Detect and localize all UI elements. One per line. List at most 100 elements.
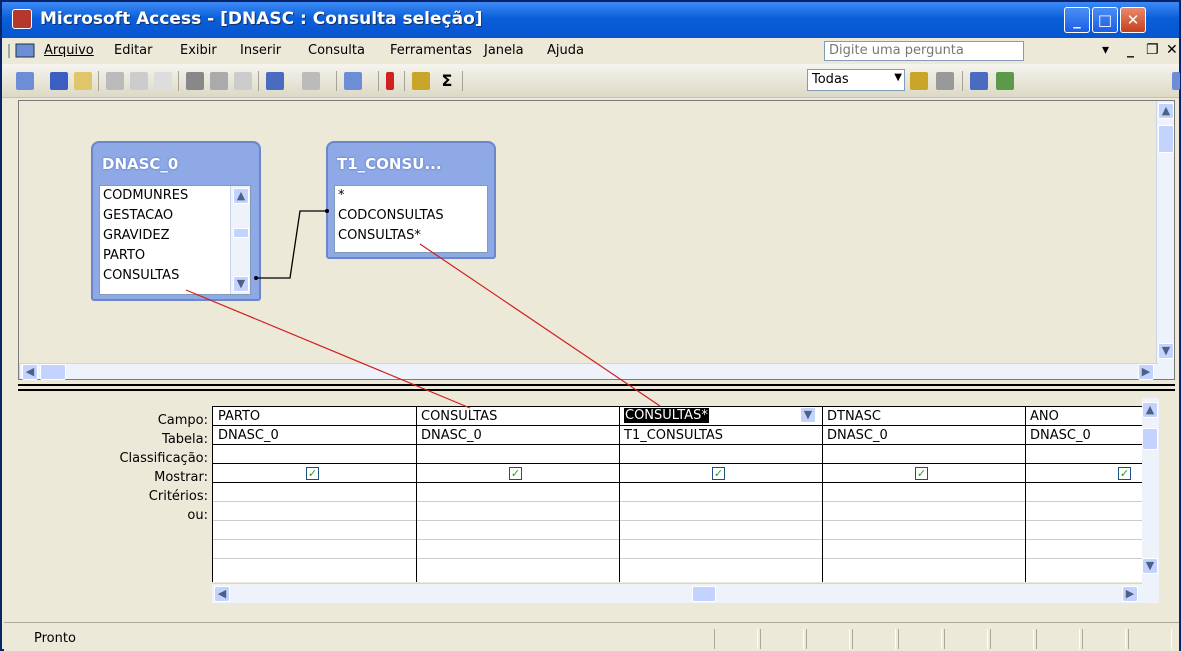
spelling-icon[interactable]	[154, 72, 172, 90]
grid-campo-4[interactable]: DTNASC	[827, 409, 881, 424]
redo-icon[interactable]	[302, 72, 320, 90]
grid-campo-3[interactable]: CONSULTAS*	[624, 408, 709, 423]
new-object-icon[interactable]	[996, 72, 1014, 90]
table-pane-hscrollbar[interactable]: ◀ ▶	[19, 363, 1158, 380]
maximize-button[interactable]: □	[1092, 7, 1118, 33]
menu-inserir[interactable]: Inserir	[240, 43, 281, 58]
grid-tabela-1[interactable]: DNASC_0	[218, 428, 279, 443]
grid-tabela-2[interactable]: DNASC_0	[421, 428, 482, 443]
scroll-up-icon[interactable]: ▲	[1158, 103, 1174, 119]
toolbar-options-icon[interactable]	[1172, 72, 1180, 90]
table-pane-vscrollbar[interactable]: ▲ ▼	[1156, 101, 1174, 379]
table-pane[interactable]: DNASC_0 CODMUNRES GESTACAO GRAVIDEZ PART…	[18, 100, 1175, 380]
scroll-right-icon[interactable]: ▶	[1122, 586, 1138, 602]
copy-icon[interactable]	[210, 72, 228, 90]
scroll-thumb[interactable]	[692, 586, 716, 602]
print-preview-icon[interactable]	[130, 72, 148, 90]
menu-janela[interactable]: Janela	[484, 43, 524, 58]
query-type-icon[interactable]	[344, 72, 362, 90]
scroll-down-icon[interactable]: ▼	[1142, 558, 1158, 574]
field-list-title[interactable]: T1_CONSU...	[328, 143, 494, 183]
menu-consulta[interactable]: Consulta	[308, 43, 365, 58]
grid-tabela-5[interactable]: DNASC_0	[1030, 428, 1091, 443]
row-label-mostrar: Mostrar:	[154, 470, 208, 485]
menu-editar[interactable]: Editar	[114, 43, 153, 58]
cut-icon[interactable]	[186, 72, 204, 90]
ask-question-box[interactable]: Digite uma pergunta	[824, 41, 1024, 61]
grid-hscrollbar[interactable]: ◀ ▶	[212, 583, 1142, 603]
scroll-left-icon[interactable]: ◀	[22, 364, 38, 380]
grid-tabela-4[interactable]: DNASC_0	[827, 428, 888, 443]
field-item[interactable]: CONSULTAS	[103, 266, 247, 286]
close-button[interactable]: ✕	[1120, 7, 1146, 33]
field-item[interactable]: *	[338, 186, 484, 206]
scroll-thumb[interactable]	[1142, 428, 1158, 450]
show-table-icon[interactable]	[412, 72, 430, 90]
access-app-icon[interactable]	[12, 9, 32, 29]
scroll-down-icon[interactable]: ▼	[1158, 343, 1174, 359]
field-item[interactable]: CONSULTAS*	[338, 226, 484, 246]
top-values-select[interactable]: Todas ▼	[807, 69, 905, 91]
field-list-body[interactable]: * CODCONSULTAS CONSULTAS*	[334, 185, 488, 253]
database-window-icon[interactable]	[970, 72, 988, 90]
ask-dropdown-icon[interactable]: ▾	[1102, 42, 1109, 58]
doc-minimize-button[interactable]: _	[1127, 42, 1134, 58]
view-icon[interactable]	[16, 72, 34, 90]
properties-icon[interactable]	[910, 72, 928, 90]
grid-vscrollbar[interactable]: ▲ ▼	[1142, 398, 1159, 603]
search-icon[interactable]	[74, 72, 92, 90]
window-title: Microsoft Access - [DNASC : Consulta sel…	[40, 9, 483, 29]
doc-restore-button[interactable]: ❐	[1146, 42, 1159, 58]
mostrar-checkbox-1[interactable]: ✓	[306, 467, 319, 480]
menu-ferramentas[interactable]: Ferramentas	[390, 43, 472, 58]
run-icon[interactable]	[386, 72, 394, 90]
status-text: Pronto	[34, 631, 76, 646]
field-list-title[interactable]: DNASC_0	[93, 143, 259, 183]
paste-icon[interactable]	[234, 72, 252, 90]
field-list-body[interactable]: CODMUNRES GESTACAO GRAVIDEZ PARTO CONSUL…	[99, 185, 251, 295]
mostrar-checkbox-3[interactable]: ✓	[712, 467, 725, 480]
scroll-right-icon[interactable]: ▶	[1138, 364, 1154, 380]
menu-exibir[interactable]: Exibir	[180, 43, 217, 58]
save-icon[interactable]	[50, 72, 68, 90]
field-item[interactable]: GESTACAO	[103, 206, 247, 226]
access-window: Microsoft Access - [DNASC : Consulta sel…	[0, 0, 1181, 651]
campo-dropdown-icon[interactable]: ▼	[800, 407, 816, 423]
grid-tabela-3[interactable]: T1_CONSULTAS	[624, 428, 723, 443]
menu-arquivo[interactable]: Arquivo	[44, 43, 94, 58]
doc-close-button[interactable]: ✕	[1166, 42, 1178, 58]
field-item[interactable]: GRAVIDEZ	[103, 226, 247, 246]
field-list-dnasc[interactable]: DNASC_0 CODMUNRES GESTACAO GRAVIDEZ PART…	[91, 141, 261, 301]
pane-splitter[interactable]	[18, 384, 1175, 391]
totals-icon[interactable]: Σ	[438, 72, 456, 90]
scroll-down-icon[interactable]: ▼	[233, 276, 249, 292]
builder-icon[interactable]	[936, 72, 954, 90]
mostrar-checkbox-2[interactable]: ✓	[509, 467, 522, 480]
scroll-up-icon[interactable]: ▲	[233, 188, 249, 204]
field-list-scrollbar[interactable]: ▲ ▼	[230, 186, 250, 294]
scroll-thumb[interactable]	[233, 228, 249, 238]
query-design-grid[interactable]: PARTO DNASC_0 ✓ CONSULTAS DNASC_0 ✓ CONS…	[212, 406, 1143, 582]
row-label-classificacao: Classificação:	[119, 451, 208, 466]
scroll-thumb[interactable]	[40, 364, 66, 380]
minimize-button[interactable]: _	[1064, 7, 1090, 33]
field-list-t1-consultas[interactable]: T1_CONSU... * CODCONSULTAS CONSULTAS*	[326, 141, 496, 259]
menu-ajuda[interactable]: Ajuda	[547, 43, 584, 58]
chevron-down-icon: ▼	[894, 72, 902, 83]
field-item[interactable]: CODCONSULTAS	[338, 206, 484, 226]
scroll-left-icon[interactable]: ◀	[214, 586, 230, 602]
row-label-ou: ou:	[187, 508, 208, 523]
grid-campo-2[interactable]: CONSULTAS	[421, 409, 497, 424]
title-bar: Microsoft Access - [DNASC : Consulta sel…	[2, 2, 1179, 38]
undo-icon[interactable]	[266, 72, 284, 90]
mostrar-checkbox-5[interactable]: ✓	[1118, 467, 1131, 480]
mostrar-checkbox-4[interactable]: ✓	[915, 467, 928, 480]
field-item[interactable]: CODMUNRES	[103, 186, 247, 206]
print-icon[interactable]	[106, 72, 124, 90]
grid-campo-1[interactable]: PARTO	[218, 409, 260, 424]
scroll-up-icon[interactable]: ▲	[1142, 402, 1158, 418]
field-item[interactable]: PARTO	[103, 246, 247, 266]
document-icon[interactable]	[6, 42, 36, 60]
grid-campo-5[interactable]: ANO	[1030, 409, 1059, 424]
scroll-thumb[interactable]	[1158, 125, 1174, 153]
